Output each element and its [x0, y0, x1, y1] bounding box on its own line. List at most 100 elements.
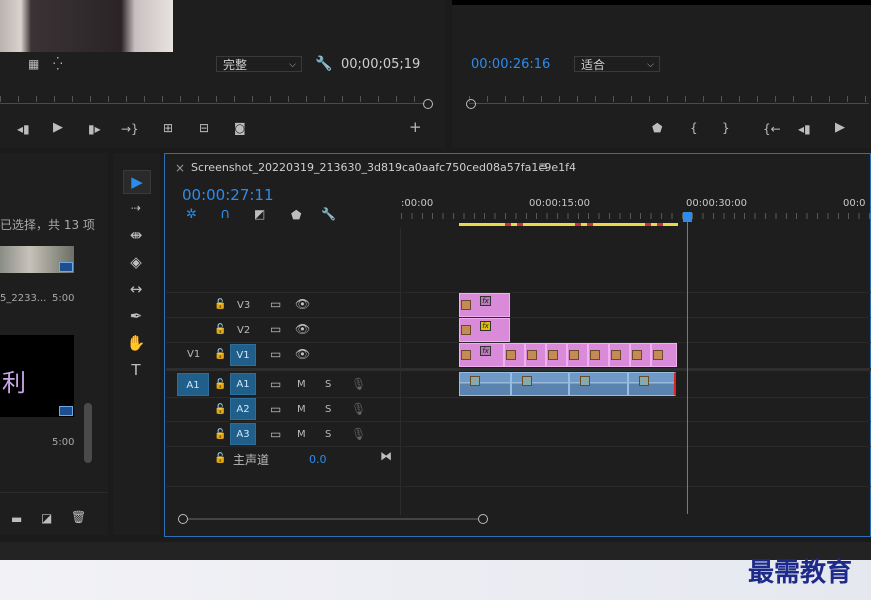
timeline-zoom-scrollbar[interactable] — [178, 514, 488, 524]
track-select-icon[interactable]: ⇢ — [123, 197, 149, 219]
zoom-handle-right[interactable] — [478, 514, 488, 524]
a3-mic-icon[interactable]: 🎙 — [351, 428, 366, 440]
play-icon[interactable]: ▶ — [835, 121, 845, 134]
playback-resolution-dropdown[interactable]: 完整 ⌵ — [216, 56, 302, 72]
v2-eye-icon[interactable]: 👁 — [295, 323, 310, 335]
timeline-timecode[interactable]: 00:00:27:11 — [182, 186, 274, 204]
program-timecode[interactable]: 00:00:26:16 — [471, 57, 550, 72]
step-forward-icon[interactable]: ▮▸ — [88, 123, 101, 135]
zoom-fit-dropdown[interactable]: 适合 ⌵ — [574, 56, 660, 72]
v2-lock-icon[interactable]: 🔓 — [214, 324, 226, 336]
master-volume-value[interactable]: 0.0 — [309, 453, 327, 466]
a1-source-button[interactable]: A1 — [177, 373, 209, 396]
v3-sync-icon[interactable]: ▭ — [270, 298, 281, 310]
a1-solo-button[interactable]: S — [325, 379, 331, 390]
project-scrollbar[interactable] — [84, 403, 92, 463]
panel-menu-icon[interactable]: ≡ — [538, 160, 548, 172]
a1-clip[interactable] — [569, 372, 628, 396]
a1-clip[interactable] — [628, 372, 676, 396]
v1-clip[interactable] — [651, 343, 677, 367]
v1-clip[interactable] — [525, 343, 546, 367]
source-playhead-handle[interactable] — [423, 99, 433, 109]
source-timecode[interactable]: 00;00;05;19 — [341, 57, 420, 72]
master-bowtie-icon[interactable]: ⧓ — [380, 450, 392, 462]
v3-lock-icon[interactable]: 🔓 — [214, 299, 226, 311]
go-to-in-icon[interactable]: {← — [763, 123, 781, 135]
v1-clip[interactable] — [567, 343, 588, 367]
selection-tool-icon[interactable]: ▶ — [123, 170, 151, 194]
a1-sync-icon[interactable]: ▭ — [270, 378, 281, 390]
insert-icon[interactable]: ⊞ — [163, 122, 173, 134]
v1-clip[interactable] — [588, 343, 609, 367]
add-marker-icon[interactable]: ⬟ — [291, 209, 301, 221]
go-to-out-icon[interactable]: →} — [121, 123, 139, 135]
v1-target-button[interactable]: V1 — [230, 344, 256, 366]
a3-solo-button[interactable]: S — [325, 429, 331, 440]
thumbnail-item-1[interactable] — [0, 246, 74, 273]
v1-clip[interactable]: fx — [459, 343, 504, 367]
v1-clip[interactable] — [546, 343, 567, 367]
v1-source-label[interactable]: V1 — [187, 349, 200, 360]
wrench-icon[interactable]: 🔧 — [315, 57, 332, 71]
v3-eye-icon[interactable]: 👁 — [295, 298, 310, 310]
snap-icon[interactable]: ∩ — [220, 207, 230, 221]
v1-clip[interactable] — [630, 343, 651, 367]
step-back-icon[interactable]: ◂▮ — [798, 123, 811, 135]
hand-tool-icon[interactable]: ✋ — [123, 332, 149, 354]
v1-clip[interactable] — [609, 343, 630, 367]
mark-out-icon[interactable]: } — [722, 122, 730, 134]
zoom-handle-left[interactable] — [178, 514, 188, 524]
a3-sync-icon[interactable]: ▭ — [270, 428, 281, 440]
overwrite-icon[interactable]: ⊟ — [199, 122, 209, 134]
sequence-tab-title[interactable]: Screenshot_20220319_213630_3d819ca0aafc7… — [191, 161, 576, 174]
v1-lock-icon[interactable]: 🔓 — [214, 349, 226, 361]
ripple-edit-icon[interactable]: ⇼ — [123, 224, 149, 246]
trash-icon[interactable]: 🗑 — [71, 511, 86, 523]
play-icon[interactable]: ▶ — [53, 121, 63, 134]
nest-icon[interactable]: ✲ — [186, 208, 197, 221]
a1-mic-icon[interactable]: 🎙 — [351, 378, 366, 390]
mark-in-icon[interactable]: { — [690, 122, 698, 134]
program-scrub-bar[interactable] — [465, 96, 871, 110]
pen-tool-icon[interactable]: ✒ — [123, 305, 149, 327]
new-item-icon[interactable]: ◪ — [41, 512, 52, 524]
master-lock-icon[interactable]: 🔓 — [214, 453, 226, 465]
v1-sync-icon[interactable]: ▭ — [270, 348, 281, 360]
a3-lock-icon[interactable]: 🔓 — [214, 429, 226, 441]
a1-mute-button[interactable]: M — [297, 379, 306, 390]
type-tool-icon[interactable]: T — [123, 359, 149, 381]
time-ruler[interactable]: :00:00 00:00:15:00 00:00:30:00 00:0 — [401, 195, 871, 225]
source-scrub-bar[interactable] — [0, 96, 433, 110]
a2-mute-button[interactable]: M — [297, 404, 306, 415]
timeline-settings-icon[interactable]: 🔧 — [321, 208, 336, 220]
close-tab-icon[interactable]: × — [175, 162, 185, 174]
v3-clip[interactable]: fx — [459, 293, 510, 317]
a3-mute-button[interactable]: M — [297, 429, 306, 440]
waveform-icon[interactable]: ⁛ — [53, 58, 63, 70]
slip-tool-icon[interactable]: ↔ — [123, 278, 149, 300]
a2-solo-button[interactable]: S — [325, 404, 331, 415]
a2-target-button[interactable]: A2 — [230, 398, 256, 420]
film-icon[interactable]: ▦ — [28, 58, 39, 70]
export-frame-icon[interactable]: ◙ — [234, 122, 246, 134]
a2-sync-icon[interactable]: ▭ — [270, 403, 281, 415]
v1-eye-icon[interactable]: 👁 — [295, 348, 310, 360]
new-bin-icon[interactable]: ▬ — [11, 513, 22, 525]
a1-clip[interactable] — [511, 372, 569, 396]
step-back-icon[interactable]: ◂▮ — [17, 123, 30, 135]
marker-icon[interactable]: ⬟ — [652, 122, 662, 134]
playhead-handle[interactable] — [683, 212, 692, 222]
a1-lock-icon[interactable]: 🔓 — [214, 379, 226, 391]
v2-clip[interactable]: fx — [459, 318, 510, 342]
a2-mic-icon[interactable]: 🎙 — [351, 403, 366, 415]
add-button-icon[interactable]: + — [409, 120, 422, 135]
a3-target-button[interactable]: A3 — [230, 423, 256, 445]
razor-icon[interactable]: ◈ — [123, 251, 149, 273]
v2-sync-icon[interactable]: ▭ — [270, 323, 281, 335]
program-playhead-handle[interactable] — [466, 99, 476, 109]
a2-lock-icon[interactable]: 🔓 — [214, 404, 226, 416]
linked-selection-icon[interactable]: ◩ — [254, 208, 265, 220]
a1-clip[interactable] — [459, 372, 511, 396]
thumbnail-item-2[interactable]: 利 — [0, 335, 74, 417]
a1-target-button[interactable]: A1 — [230, 373, 256, 395]
